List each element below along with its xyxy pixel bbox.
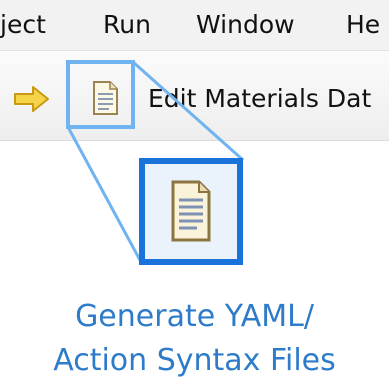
callout-caption-line2: Action Syntax Files <box>53 343 336 378</box>
callout-caption-line1: Generate YAML/ <box>75 299 314 334</box>
document-icon <box>171 180 211 242</box>
zoomed-button <box>139 158 243 265</box>
